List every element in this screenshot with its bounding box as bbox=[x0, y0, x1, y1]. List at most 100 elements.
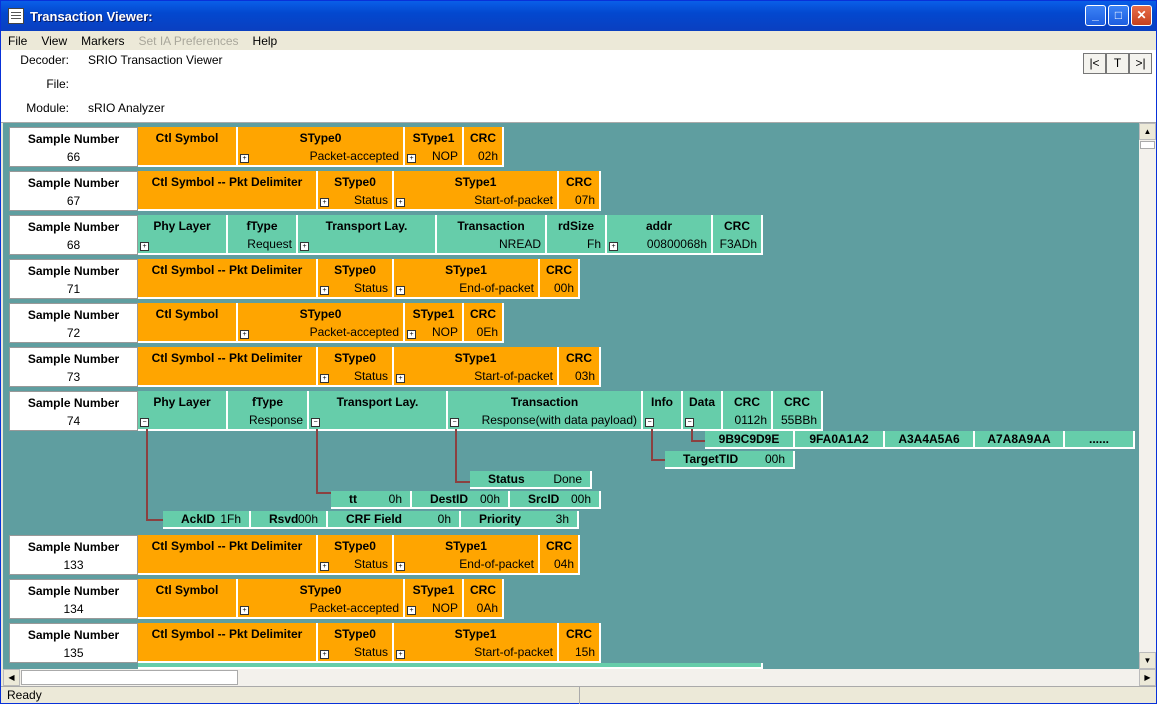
field-phy-layer[interactable]: Phy Layer − bbox=[138, 391, 228, 431]
expand-icon[interactable]: + bbox=[407, 606, 416, 615]
field-transaction[interactable]: Transaction Response(with data payload) − bbox=[448, 391, 643, 431]
data-word[interactable]: A7A8A9AA bbox=[975, 431, 1065, 449]
menu-markers[interactable]: Markers bbox=[74, 34, 131, 48]
expand-icon[interactable]: + bbox=[396, 374, 405, 383]
menu-file[interactable]: File bbox=[1, 34, 34, 48]
field-ftype[interactable]: fType Response bbox=[228, 391, 309, 431]
field-stype0[interactable]: SType0 Packet-accepted + bbox=[238, 127, 405, 167]
data-word[interactable]: ...... bbox=[1065, 431, 1135, 449]
field-transport-lay[interactable]: Transport Lay. − bbox=[309, 391, 448, 431]
scroll-left-icon[interactable]: ◀ bbox=[3, 669, 20, 686]
field-stype1[interactable]: SType1 NOP + bbox=[405, 127, 464, 167]
collapse-icon[interactable]: − bbox=[685, 418, 694, 427]
field-ctl-symbol[interactable]: Ctl Symbol bbox=[138, 303, 238, 343]
vertical-scroll-thumb[interactable] bbox=[1140, 141, 1155, 149]
expand-icon[interactable]: + bbox=[396, 562, 405, 571]
field-ctl-symbol[interactable]: Ctl Symbol bbox=[138, 127, 238, 167]
expand-icon[interactable]: + bbox=[140, 242, 149, 251]
scroll-up-icon[interactable]: ▲ bbox=[1139, 123, 1156, 140]
field-stype0[interactable]: SType0 Status + bbox=[318, 259, 394, 299]
title-bar[interactable]: Transaction Viewer: _ □ ✕ bbox=[1, 1, 1156, 31]
transport-destid[interactable]: DestID 00h bbox=[412, 491, 510, 509]
expand-icon[interactable]: + bbox=[320, 286, 329, 295]
field-ftype[interactable]: fType Request bbox=[228, 215, 298, 255]
data-word[interactable]: 9FA0A1A2 bbox=[795, 431, 885, 449]
sample-number-cell[interactable]: Sample Number 135 bbox=[9, 623, 138, 663]
field-stype1[interactable]: SType1 NOP + bbox=[405, 579, 464, 619]
field-info[interactable]: Info − bbox=[643, 391, 683, 431]
maximize-button[interactable]: □ bbox=[1108, 5, 1129, 26]
field-stype0[interactable]: SType0 Status + bbox=[318, 171, 394, 211]
field-crc[interactable]: CRC 15h bbox=[559, 623, 601, 663]
transport-tt[interactable]: tt 0h bbox=[331, 491, 412, 509]
field-stype1[interactable]: SType1 NOP + bbox=[405, 303, 464, 343]
target-tid[interactable]: TargetTID 00h bbox=[665, 451, 795, 469]
expand-icon[interactable]: + bbox=[320, 650, 329, 659]
field-crc[interactable]: CRC 00h bbox=[540, 259, 580, 299]
field-ctl-symbol-pkt-delimiter[interactable]: Ctl Symbol -- Pkt Delimiter bbox=[138, 623, 318, 663]
field-transaction[interactable]: Transaction NREAD bbox=[437, 215, 547, 255]
expand-icon[interactable]: + bbox=[609, 242, 618, 251]
sample-number-cell[interactable]: Sample Number 74 bbox=[9, 391, 138, 431]
sample-number-cell[interactable]: Sample Number 67 bbox=[9, 171, 138, 211]
vertical-scrollbar[interactable]: ▲ ▼ bbox=[1139, 123, 1156, 669]
sample-number-cell[interactable]: Sample Number 72 bbox=[9, 303, 138, 343]
expand-icon[interactable]: + bbox=[396, 286, 405, 295]
expand-icon[interactable]: + bbox=[320, 374, 329, 383]
expand-icon[interactable]: + bbox=[300, 242, 309, 251]
data-word[interactable]: 9B9C9D9E bbox=[705, 431, 795, 449]
phy-ackid[interactable]: AckID 1Fh bbox=[163, 511, 251, 529]
field-stype1[interactable]: SType1 Start-of-packet + bbox=[394, 347, 559, 387]
field-crc[interactable]: CRC 03h bbox=[559, 347, 601, 387]
sample-number-cell[interactable]: Sample Number 66 bbox=[9, 127, 138, 167]
scroll-right-icon[interactable]: ▶ bbox=[1139, 669, 1156, 686]
data-word[interactable]: A3A4A5A6 bbox=[885, 431, 975, 449]
field-stype0[interactable]: SType0 Packet-accepted + bbox=[238, 303, 405, 343]
field-stype0[interactable]: SType0 Status + bbox=[318, 623, 394, 663]
menu-help[interactable]: Help bbox=[246, 34, 285, 48]
go-first-button[interactable]: |< bbox=[1083, 53, 1106, 74]
expand-icon[interactable]: + bbox=[320, 562, 329, 571]
field-ctl-symbol-pkt-delimiter[interactable]: Ctl Symbol -- Pkt Delimiter bbox=[138, 259, 318, 299]
field-crc[interactable]: CRC 55BBh bbox=[773, 391, 823, 431]
field-stype1[interactable]: SType1 Start-of-packet + bbox=[394, 623, 559, 663]
transport-srcid[interactable]: SrcID 00h bbox=[510, 491, 601, 509]
field-crc[interactable]: CRC F3ADh bbox=[713, 215, 763, 255]
close-button[interactable]: ✕ bbox=[1131, 5, 1152, 26]
expand-icon[interactable]: + bbox=[240, 330, 249, 339]
phy-rsvd[interactable]: Rsvd 00h bbox=[251, 511, 328, 529]
field-phy-layer[interactable]: Phy Layer + bbox=[138, 215, 228, 255]
field-stype0[interactable]: SType0 Packet-accepted + bbox=[238, 579, 405, 619]
scroll-down-icon[interactable]: ▼ bbox=[1139, 652, 1156, 669]
horizontal-scrollbar[interactable]: ◀ ▶ bbox=[3, 669, 1156, 686]
field-crc[interactable]: CRC 0Ah bbox=[464, 579, 504, 619]
horizontal-scroll-thumb[interactable] bbox=[21, 670, 238, 685]
field-crc[interactable]: CRC 02h bbox=[464, 127, 504, 167]
collapse-icon[interactable]: − bbox=[140, 418, 149, 427]
field-rdsize[interactable]: rdSize Fh bbox=[547, 215, 607, 255]
field-data[interactable]: Data − bbox=[683, 391, 723, 431]
field-ctl-symbol[interactable]: Ctl Symbol bbox=[138, 579, 238, 619]
field-stype1[interactable]: SType1 Start-of-packet + bbox=[394, 171, 559, 211]
field-crc[interactable]: CRC 0112h bbox=[723, 391, 773, 431]
expand-icon[interactable]: + bbox=[240, 606, 249, 615]
go-trigger-button[interactable]: T bbox=[1106, 53, 1129, 74]
expand-icon[interactable]: + bbox=[320, 198, 329, 207]
collapse-icon[interactable]: − bbox=[311, 418, 320, 427]
field-stype0[interactable]: SType0 Status + bbox=[318, 535, 394, 575]
status-field[interactable]: Status Done bbox=[470, 471, 592, 489]
collapse-icon[interactable]: − bbox=[645, 418, 654, 427]
transaction-list[interactable]: Sample Number 66 Ctl Symbol SType0 Packet-ac… bbox=[3, 123, 1139, 669]
menu-view[interactable]: View bbox=[34, 34, 74, 48]
sample-number-cell[interactable]: Sample Number 71 bbox=[9, 259, 138, 299]
field-ctl-symbol-pkt-delimiter[interactable]: Ctl Symbol -- Pkt Delimiter bbox=[138, 171, 318, 211]
field-addr[interactable]: addr 00800068h + bbox=[607, 215, 713, 255]
expand-icon[interactable]: + bbox=[240, 154, 249, 163]
expand-icon[interactable]: + bbox=[396, 650, 405, 659]
field-stype1[interactable]: SType1 End-of-packet + bbox=[394, 259, 540, 299]
field-stype0[interactable]: SType0 Status + bbox=[318, 347, 394, 387]
go-last-button[interactable]: >| bbox=[1129, 53, 1152, 74]
phy-priority[interactable]: Priority 3h bbox=[461, 511, 579, 529]
sample-number-cell[interactable]: Sample Number 133 bbox=[9, 535, 138, 575]
field-ctl-symbol-pkt-delimiter[interactable]: Ctl Symbol -- Pkt Delimiter bbox=[138, 535, 318, 575]
